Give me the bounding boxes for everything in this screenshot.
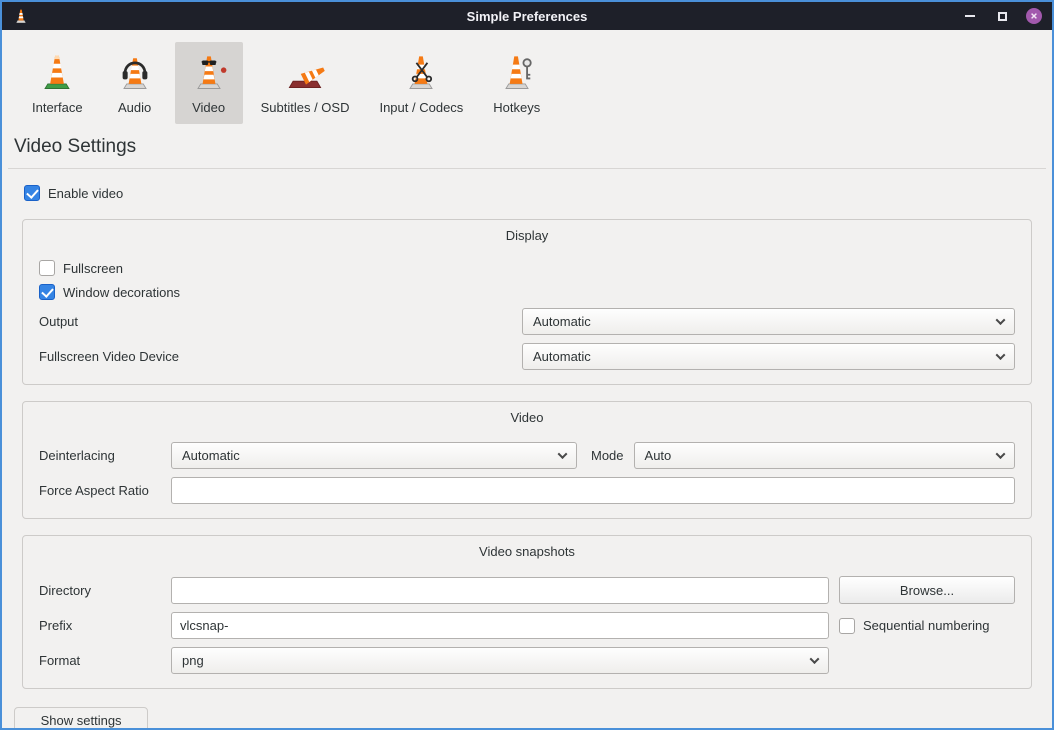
mode-label: Mode <box>591 448 624 463</box>
output-label: Output <box>39 314 78 329</box>
video-cone-icon <box>187 50 231 94</box>
tab-label: Subtitles / OSD <box>261 100 350 115</box>
restore-icon <box>998 12 1007 21</box>
mode-value: Auto <box>645 448 672 463</box>
chevron-down-icon <box>996 449 1006 459</box>
checkbox-checked-icon <box>24 185 40 201</box>
fullscreen-device-dropdown[interactable]: Automatic <box>522 343 1015 370</box>
restore-button[interactable] <box>994 8 1010 24</box>
audio-cone-icon <box>113 50 157 94</box>
category-toolbar: Interface Audio <box>2 30 1052 124</box>
output-dropdown[interactable]: Automatic <box>522 308 1015 335</box>
fullscreen-device-label: Fullscreen Video Device <box>39 349 179 364</box>
checkbox-unchecked-icon <box>39 260 55 276</box>
output-value: Automatic <box>533 314 591 329</box>
chevron-down-icon <box>810 654 820 664</box>
display-group: Display Fullscreen Window decorations Ou… <box>22 219 1032 385</box>
close-icon <box>1026 8 1042 24</box>
subtitles-cone-icon <box>283 50 327 94</box>
chevron-down-icon <box>558 449 568 459</box>
deinterlacing-label: Deinterlacing <box>39 448 171 463</box>
tab-hotkeys[interactable]: Hotkeys <box>481 42 552 124</box>
browse-button[interactable]: Browse... <box>839 576 1015 604</box>
format-label: Format <box>39 653 171 668</box>
window-decorations-checkbox[interactable]: Window decorations <box>39 284 1015 300</box>
chevron-down-icon <box>996 350 1006 360</box>
snapshots-group-title: Video snapshots <box>31 540 1023 568</box>
vlc-cone-icon <box>12 7 30 25</box>
tab-audio[interactable]: Audio <box>101 42 169 124</box>
snapshot-format-dropdown[interactable]: png <box>171 647 829 674</box>
minimize-icon <box>965 15 975 17</box>
deinterlacing-dropdown[interactable]: Automatic <box>171 442 577 469</box>
titlebar[interactable]: Simple Preferences <box>2 2 1052 30</box>
directory-label: Directory <box>39 583 171 598</box>
display-group-title: Display <box>31 224 1023 252</box>
preferences-window: Simple Preferences Inter <box>0 0 1054 730</box>
deinterlace-mode-dropdown[interactable]: Auto <box>634 442 1015 469</box>
fullscreen-checkbox[interactable]: Fullscreen <box>39 260 1015 276</box>
tab-label: Input / Codecs <box>379 100 463 115</box>
tab-subtitles-osd[interactable]: Subtitles / OSD <box>249 42 362 124</box>
sequential-numbering-label: Sequential numbering <box>863 618 989 633</box>
tab-label: Video <box>192 100 225 115</box>
chevron-down-icon <box>996 315 1006 325</box>
force-aspect-ratio-label: Force Aspect Ratio <box>39 483 171 498</box>
tab-label: Interface <box>32 100 83 115</box>
checkbox-checked-icon <box>39 284 55 300</box>
video-group: Video Deinterlacing Automatic Mode Auto … <box>22 401 1032 519</box>
page-title: Video Settings <box>14 136 1040 168</box>
tab-label: Audio <box>118 100 151 115</box>
enable-video-checkbox[interactable]: Enable video <box>24 185 1030 201</box>
window-decorations-label: Window decorations <box>63 285 180 300</box>
tab-interface[interactable]: Interface <box>20 42 95 124</box>
tab-label: Hotkeys <box>493 100 540 115</box>
sequential-numbering-checkbox[interactable]: Sequential numbering <box>839 618 989 634</box>
fullscreen-label: Fullscreen <box>63 261 123 276</box>
tab-video[interactable]: Video <box>175 42 243 124</box>
video-group-title: Video <box>31 406 1023 434</box>
hotkeys-cone-icon <box>495 50 539 94</box>
format-value: png <box>182 653 204 668</box>
window-title: Simple Preferences <box>2 9 1052 24</box>
snapshot-prefix-input[interactable] <box>171 612 829 639</box>
interface-cone-icon <box>35 50 79 94</box>
snapshot-directory-input[interactable] <box>171 577 829 604</box>
video-snapshots-group: Video snapshots Directory Browse... Pref… <box>22 535 1032 689</box>
close-button[interactable] <box>1026 8 1042 24</box>
force-aspect-ratio-input[interactable] <box>171 477 1015 504</box>
codecs-cone-icon <box>399 50 443 94</box>
minimize-button[interactable] <box>962 8 978 24</box>
checkbox-unchecked-icon <box>839 618 855 634</box>
enable-video-label: Enable video <box>48 186 123 201</box>
tab-input-codecs[interactable]: Input / Codecs <box>367 42 475 124</box>
show-settings-title: Show settings <box>25 713 137 730</box>
fullscreen-device-value: Automatic <box>533 349 591 364</box>
footer: Show settings Simple All Reset Preferenc… <box>2 697 1052 730</box>
deinterlacing-value: Automatic <box>182 448 240 463</box>
prefix-label: Prefix <box>39 618 171 633</box>
heading-separator <box>8 168 1046 169</box>
show-settings-group: Show settings Simple All <box>14 707 148 730</box>
